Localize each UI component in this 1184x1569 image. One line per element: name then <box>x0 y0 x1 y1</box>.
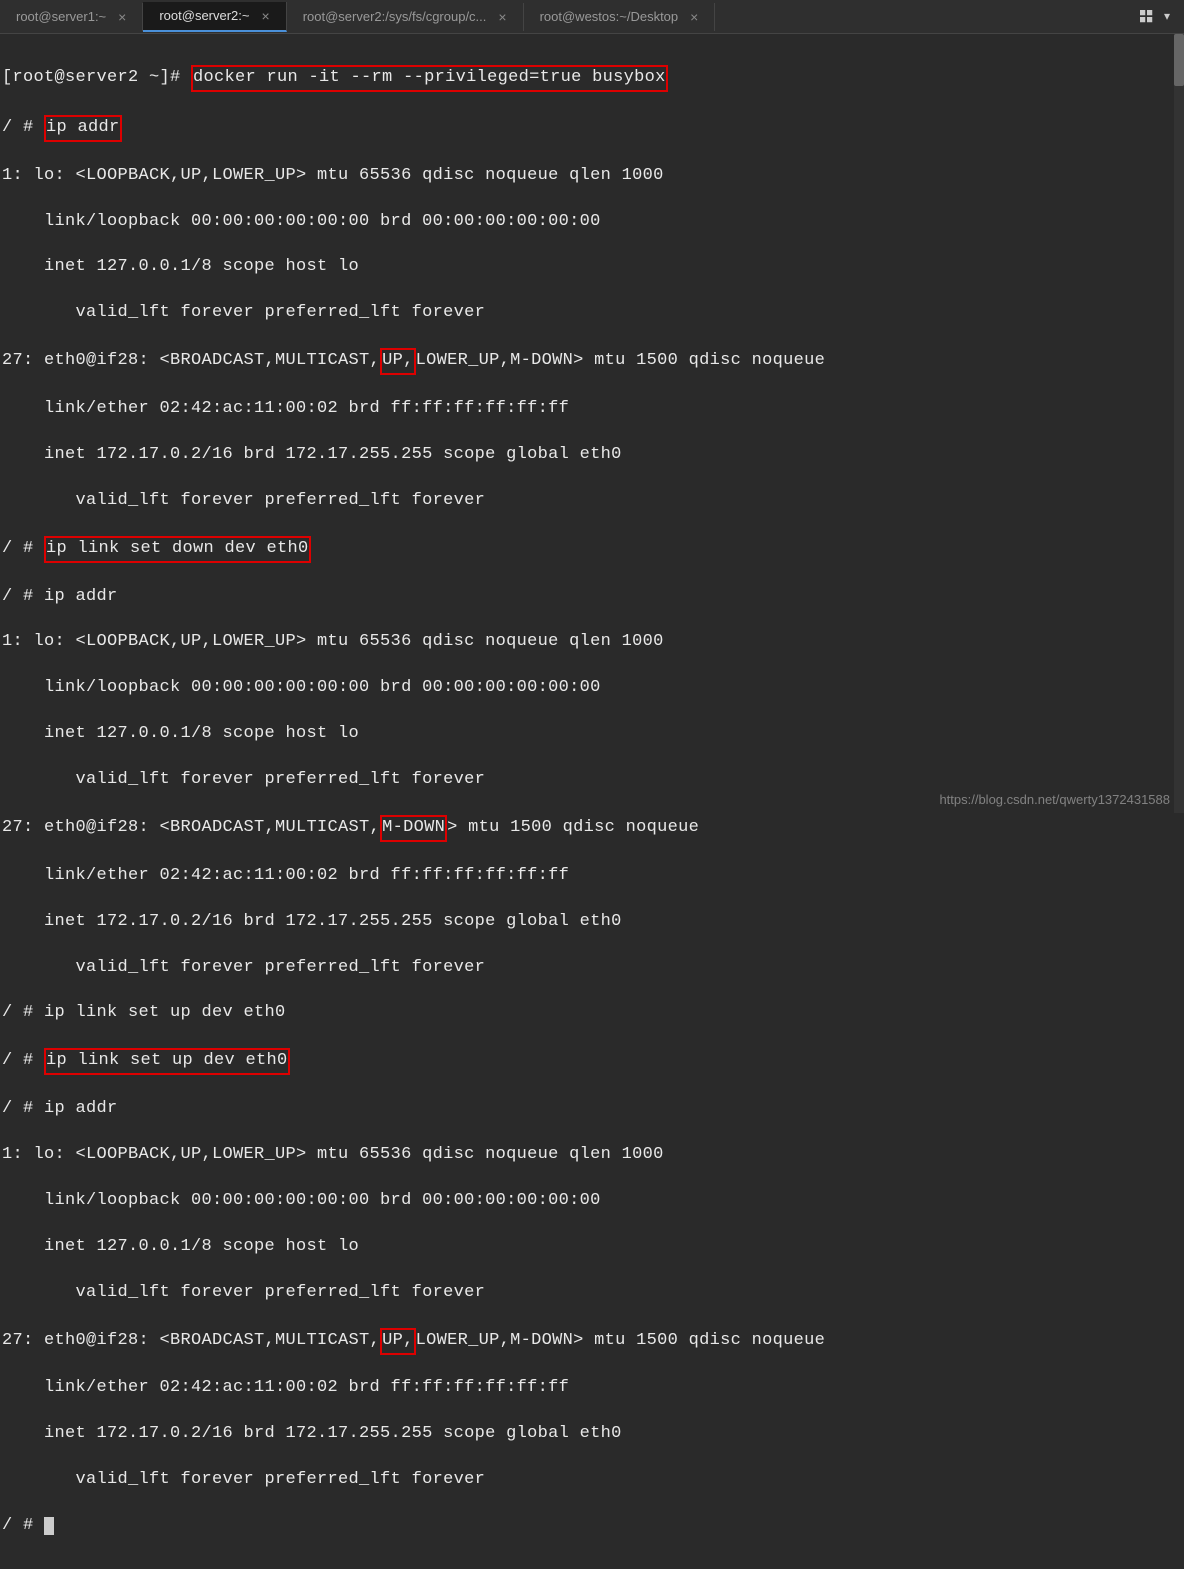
output-line: inet 172.17.0.2/16 brd 172.17.255.255 sc… <box>2 1423 1182 1446</box>
tab-label: root@server1:~ <box>16 9 106 24</box>
output-line: valid_lft forever preferred_lft forever <box>2 1469 1182 1492</box>
output-line: link/loopback 00:00:00:00:00:00 brd 00:0… <box>2 1190 1182 1213</box>
output-line: link/loopback 00:00:00:00:00:00 brd 00:0… <box>2 677 1182 700</box>
tab-label: root@server2:/sys/fs/cgroup/c... <box>303 9 487 24</box>
highlight-mdown: M-DOWN <box>380 815 447 842</box>
output-line: valid_lft forever preferred_lft forever <box>2 957 1182 980</box>
watermark: https://blog.csdn.net/qwerty1372431588 <box>939 792 1170 807</box>
output-line: valid_lft forever preferred_lft forever <box>2 769 1182 792</box>
tab-1[interactable]: root@server1:~ × <box>0 3 143 31</box>
close-icon[interactable]: × <box>690 9 698 25</box>
output-line: / # ip addr <box>2 1098 1182 1121</box>
output-line: inet 172.17.0.2/16 brd 172.17.255.255 sc… <box>2 444 1182 467</box>
output-line: / # ip link set up dev eth0 <box>2 1002 1182 1025</box>
output-line: valid_lft forever preferred_lft forever <box>2 302 1182 325</box>
tab-2[interactable]: root@server2:~ × <box>143 2 286 32</box>
highlight-cmd-docker: docker run -it --rm --privileged=true bu… <box>191 65 668 92</box>
highlight-cmd-ipaddr: ip addr <box>44 115 122 142</box>
scrollbar-thumb[interactable] <box>1174 34 1184 86</box>
tab-3[interactable]: root@server2:/sys/fs/cgroup/c... × <box>287 3 524 31</box>
highlight-up: UP, <box>380 348 416 375</box>
grid-icon[interactable] <box>1140 10 1154 24</box>
close-icon[interactable]: × <box>498 9 506 25</box>
output-line: LOWER_UP,M-DOWN> mtu 1500 qdisc noqueue <box>416 1331 826 1350</box>
shell-prompt: / # <box>2 1516 44 1535</box>
output-line: > mtu 1500 qdisc noqueue <box>447 818 699 837</box>
output-line: LOWER_UP,M-DOWN> mtu 1500 qdisc noqueue <box>416 351 826 370</box>
tabbar: root@server1:~ × root@server2:~ × root@s… <box>0 0 1184 34</box>
output-line: 27: eth0@if28: <BROADCAST,MULTICAST, <box>2 351 380 370</box>
scrollbar[interactable] <box>1174 34 1184 813</box>
output-line: 1: lo: <LOOPBACK,UP,LOWER_UP> mtu 65536 … <box>2 631 1182 654</box>
output-line: link/ether 02:42:ac:11:00:02 brd ff:ff:f… <box>2 398 1182 421</box>
output-line: link/ether 02:42:ac:11:00:02 brd ff:ff:f… <box>2 865 1182 888</box>
output-line: 27: eth0@if28: <BROADCAST,MULTICAST, <box>2 1331 380 1350</box>
output-line: / # ip addr <box>2 586 1182 609</box>
output-line: 27: eth0@if28: <BROADCAST,MULTICAST, <box>2 818 380 837</box>
output-line: inet 127.0.0.1/8 scope host lo <box>2 1236 1182 1259</box>
output-line: inet 172.17.0.2/16 brd 172.17.255.255 sc… <box>2 911 1182 934</box>
tab-label: root@server2:~ <box>159 8 249 23</box>
shell-prompt: / # <box>2 118 44 137</box>
close-icon[interactable]: × <box>262 8 270 24</box>
cursor <box>44 1517 54 1535</box>
highlight-cmd-linkdown: ip link set down dev eth0 <box>44 536 311 563</box>
output-line: link/loopback 00:00:00:00:00:00 brd 00:0… <box>2 211 1182 234</box>
output-line: valid_lft forever preferred_lft forever <box>2 490 1182 513</box>
tab-4[interactable]: root@westos:~/Desktop × <box>524 3 716 31</box>
highlight-cmd-linkup: ip link set up dev eth0 <box>44 1048 290 1075</box>
shell-prompt: [root@server2 ~]# <box>2 68 191 87</box>
output-line: 1: lo: <LOOPBACK,UP,LOWER_UP> mtu 65536 … <box>2 165 1182 188</box>
close-icon[interactable]: × <box>118 9 126 25</box>
chevron-down-icon[interactable]: ▾ <box>1164 9 1170 24</box>
shell-prompt: / # <box>2 1051 44 1070</box>
highlight-up: UP, <box>380 1328 416 1355</box>
shell-prompt: / # <box>2 539 44 558</box>
output-line: inet 127.0.0.1/8 scope host lo <box>2 723 1182 746</box>
output-line: valid_lft forever preferred_lft forever <box>2 1282 1182 1305</box>
output-line: 1: lo: <LOOPBACK,UP,LOWER_UP> mtu 65536 … <box>2 1144 1182 1167</box>
output-line: link/ether 02:42:ac:11:00:02 brd ff:ff:f… <box>2 1377 1182 1400</box>
tabbar-actions: ▾ <box>1140 9 1184 24</box>
tab-label: root@westos:~/Desktop <box>540 9 679 24</box>
output-line: inet 127.0.0.1/8 scope host lo <box>2 256 1182 279</box>
